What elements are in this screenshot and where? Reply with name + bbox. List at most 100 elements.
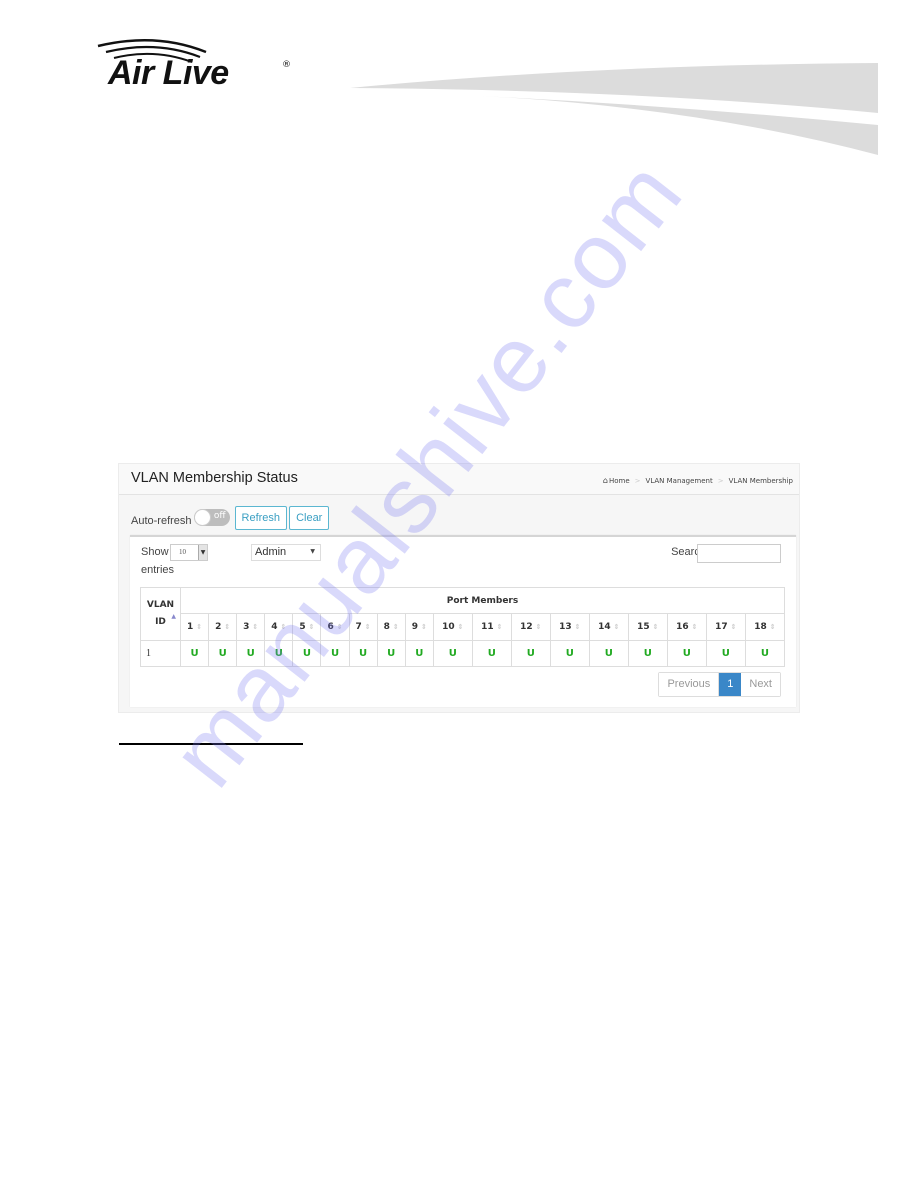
toggle-knob <box>193 509 211 526</box>
port-column-header[interactable]: 4 ⇕ <box>264 613 294 641</box>
port-column-header[interactable]: 1 ⇕ <box>179 613 210 641</box>
vlan-membership-panel: VLAN Membership Status ⌂ Home > VLAN Man… <box>118 463 800 713</box>
port-membership-cell: U <box>510 640 551 667</box>
port-column-header[interactable]: 17 ⇕ <box>705 613 746 641</box>
port-column-header[interactable]: 3 ⇕ <box>236 613 266 641</box>
port-number: 7 <box>355 622 362 632</box>
port-column-header[interactable]: 13 ⇕ <box>549 613 590 641</box>
port-column-header[interactable]: 14 ⇕ <box>588 613 629 641</box>
sort-icon: ⇕ <box>730 623 737 631</box>
port-membership-cell: U <box>236 640 266 667</box>
airlive-logo: Air Live ® <box>96 36 296 96</box>
search-input[interactable] <box>697 544 781 563</box>
sort-icon: ⇕ <box>308 623 315 631</box>
sort-icon: ⇕ <box>574 623 581 631</box>
port-number: 8 <box>383 622 390 632</box>
toggle-state-label: off <box>213 511 226 521</box>
port-membership-cell: U <box>705 640 746 667</box>
port-membership-cell: U <box>627 640 668 667</box>
port-membership-cell: U <box>549 640 590 667</box>
port-number: 14 <box>598 622 611 632</box>
port-column-header[interactable]: 11 ⇕ <box>471 613 512 641</box>
port-number: 17 <box>715 622 728 632</box>
port-number: 16 <box>676 622 689 632</box>
auto-refresh-toggle[interactable]: off <box>193 509 230 526</box>
port-number: 11 <box>481 622 494 632</box>
chevron-down-icon: ▼ <box>198 545 207 560</box>
port-membership-cell: U <box>320 640 350 667</box>
port-membership-cell: U <box>404 640 434 667</box>
page-title: VLAN Membership Status <box>131 470 298 486</box>
port-number: 6 <box>327 622 334 632</box>
clear-button[interactable]: Clear <box>289 506 330 530</box>
port-column-header[interactable]: 15 ⇕ <box>627 613 668 641</box>
page-length-select[interactable]: 10 ▼ <box>170 544 208 561</box>
port-column-header[interactable]: 7 ⇕ <box>348 613 378 641</box>
port-column-header[interactable]: 2 ⇕ <box>208 613 238 641</box>
port-header-row: 1 ⇕ 2 ⇕ 3 ⇕ 4 ⇕ 5 ⇕ 6 ⇕ 7 ⇕ 8 ⇕ 9 ⇕ 10 ⇕ 11 ⇕ 12 ⇕ 13 ⇕ 14 ⇕ 15 ⇕ 16 ⇕ 1… <box>141 613 786 641</box>
port-column-header[interactable]: 18 ⇕ <box>744 613 786 641</box>
sort-icon: ⇕ <box>691 623 698 631</box>
table-body: 1UUUUUUUUUUUUUUUUUU <box>140 640 786 667</box>
port-column-header[interactable]: 9 ⇕ <box>404 613 434 641</box>
port-column-header[interactable]: 16 ⇕ <box>666 613 707 641</box>
sort-icon: ⇕ <box>535 623 542 631</box>
user-type-value: Admin <box>255 546 287 558</box>
port-number: 1 <box>186 622 194 632</box>
sort-icon: ⇕ <box>652 623 659 631</box>
registered-mark: ® <box>282 60 291 70</box>
previous-page-button[interactable]: Previous <box>659 673 720 696</box>
page-length-value: 10 <box>179 548 186 556</box>
sort-icon: ⇕ <box>280 623 287 631</box>
port-number: 4 <box>271 622 278 632</box>
port-membership-cell: U <box>292 640 322 667</box>
port-membership-cell: U <box>744 640 786 667</box>
vlan-membership-table: VLAN ID ▲ Port Members 1 ⇕ 2 ⇕ 3 ⇕ 4 ⇕ 5 ⇕ 6 ⇕ 7 ⇕ 8 ⇕ 9… <box>140 587 786 667</box>
sort-icon: ⇕ <box>613 623 620 631</box>
sort-icon: ⇕ <box>769 623 776 631</box>
breadcrumb-home[interactable]: Home <box>609 477 630 485</box>
sort-icon: ⇕ <box>252 623 259 631</box>
refresh-button[interactable]: Refresh <box>234 506 288 530</box>
breadcrumb-vlan-membership: VLAN Membership <box>728 476 793 485</box>
port-number: 12 <box>520 622 533 632</box>
home-icon: ⌂ <box>602 476 608 485</box>
vlan-id-header-line1: VLAN <box>146 600 175 610</box>
port-number: 3 <box>243 622 250 632</box>
pagination: Previous 1 Next <box>658 672 781 697</box>
port-column-header[interactable]: 8 ⇕ <box>376 613 406 641</box>
show-label: Show <box>141 546 169 558</box>
sort-icon: ⇕ <box>196 623 203 631</box>
port-membership-cell: U <box>471 640 512 667</box>
port-number: 5 <box>299 622 306 632</box>
port-column-header[interactable]: 5 ⇕ <box>292 613 322 641</box>
page-1-button[interactable]: 1 <box>719 673 742 696</box>
sort-icon: ⇕ <box>336 623 343 631</box>
user-type-select[interactable]: Admin ▼ <box>251 544 321 561</box>
table-container: Show 10 ▼ entries Admin ▼ Search: VLAN I… <box>130 535 796 707</box>
next-page-button[interactable]: Next <box>741 673 780 696</box>
port-column-header[interactable]: 6 ⇕ <box>320 613 350 641</box>
sort-icon: ⇕ <box>420 623 427 631</box>
breadcrumb-separator: > <box>717 476 724 485</box>
breadcrumb-separator: > <box>634 476 641 485</box>
sort-icon: ⇕ <box>496 623 503 631</box>
toolbar: Auto-refresh off Refresh Clear <box>131 506 330 530</box>
vlan-id-header[interactable]: VLAN ID ▲ <box>140 587 181 641</box>
breadcrumb-vlan-management[interactable]: VLAN Management <box>646 477 713 485</box>
port-column-header[interactable]: 10 ⇕ <box>432 613 473 641</box>
port-number: 9 <box>411 622 418 632</box>
sort-ascending-icon: ▲ <box>171 613 176 620</box>
sort-icon: ⇕ <box>392 623 399 631</box>
port-membership-cell: U <box>348 640 378 667</box>
port-membership-cell: U <box>179 640 210 667</box>
port-column-header[interactable]: 12 ⇕ <box>510 613 551 641</box>
logo-text: Air Live <box>108 54 229 92</box>
sort-icon: ⇕ <box>224 623 231 631</box>
sort-icon: ⇕ <box>364 623 371 631</box>
vlan-id-header-line2: ID <box>155 617 166 627</box>
port-number: 18 <box>754 622 767 632</box>
auto-refresh-label: Auto-refresh <box>131 515 192 527</box>
port-membership-cell: U <box>208 640 238 667</box>
entries-label: entries <box>141 564 175 576</box>
